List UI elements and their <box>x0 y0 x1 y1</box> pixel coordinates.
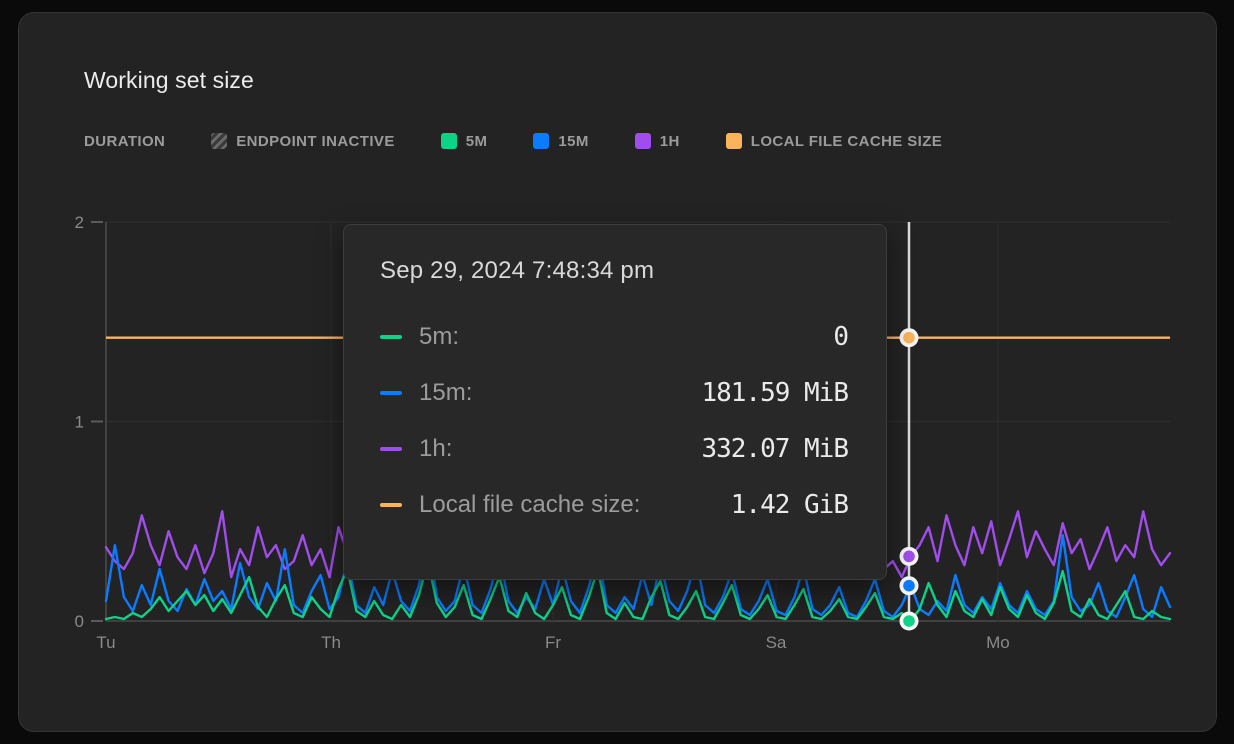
tooltip-row-5m: 5m: 0 <box>380 322 848 352</box>
tooltip-row-label: 1h: <box>419 435 452 463</box>
chart-tooltip: Sep 29, 2024 7:48:34 pm 5m: 0 15m: 181.5… <box>343 224 887 580</box>
tooltip-row-label: Local file cache size: <box>419 491 640 519</box>
tooltip-row-label: 5m: <box>419 323 459 351</box>
tooltip-row-label: 15m: <box>419 379 472 407</box>
tooltip-row-value: 1.42 GiB <box>731 490 848 520</box>
series-color-dash-15m <box>380 391 402 396</box>
tooltip-row-value: 0 <box>833 322 848 352</box>
y-tick-label: 2 <box>75 213 84 232</box>
crosshair-point-local-file-cache-size <box>903 332 915 344</box>
tooltip-row-1h: 1h: 332.07 MiB <box>380 434 848 464</box>
tooltip-row-value: 181.59 MiB <box>701 378 848 408</box>
x-tick-label: Th <box>321 633 341 652</box>
x-tick-label: Tu <box>96 633 115 652</box>
crosshair-point-15m <box>903 580 915 592</box>
crosshair-point-1h <box>903 551 915 563</box>
tooltip-timestamp: Sep 29, 2024 7:48:34 pm <box>380 257 848 285</box>
series-color-dash-5m <box>380 335 402 340</box>
tooltip-row-value: 332.07 MiB <box>701 434 848 464</box>
x-tick-label: Fr <box>545 633 561 652</box>
crosshair-point-5m <box>903 615 915 627</box>
working-set-size-card: Working set size DURATION ENDPOINT INACT… <box>18 12 1217 732</box>
y-tick-label: 0 <box>75 612 84 631</box>
x-tick-label: Sa <box>766 633 787 652</box>
series-color-dash-1h <box>380 447 402 452</box>
tooltip-row-15m: 15m: 181.59 MiB <box>380 378 848 408</box>
x-tick-label: Mo <box>986 633 1010 652</box>
series-color-dash-local-file-cache-size <box>380 503 402 508</box>
tooltip-row-local-file-cache-size: Local file cache size: 1.42 GiB <box>380 490 848 520</box>
y-tick-label: 1 <box>75 413 84 432</box>
